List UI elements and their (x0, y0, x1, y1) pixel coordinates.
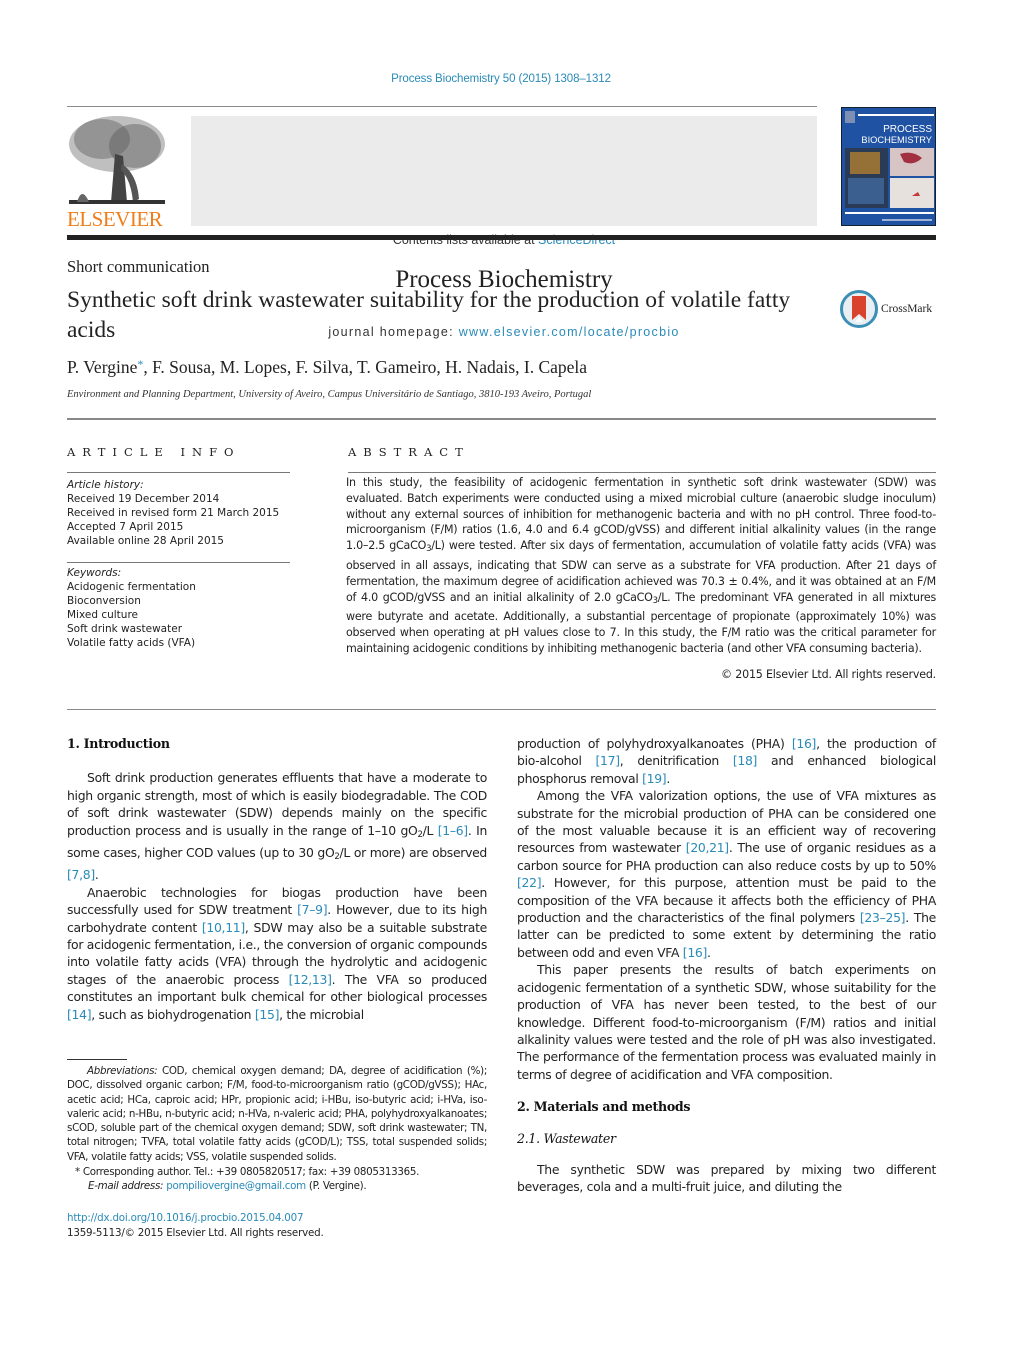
history-online: Available online 28 April 2015 (67, 535, 224, 547)
meta-rule (67, 418, 936, 420)
email-label: E-mail address: (88, 1180, 164, 1193)
citation-link[interactable]: [23–25] (860, 910, 906, 925)
email-link[interactable]: pompiliovergine@gmail.com (166, 1180, 306, 1192)
elsevier-logo[interactable]: ELSEVIER (67, 114, 167, 231)
text: /L or more) are observed (339, 845, 488, 861)
doi-link[interactable]: http://dx.doi.org/10.1016/j.procbio.2015… (67, 1212, 304, 1224)
text: /L (422, 822, 438, 838)
article-info-heading: ARTICLE INFO (67, 445, 241, 459)
article-type: Short communication (67, 257, 210, 276)
journal-banner: Contents lists available at ScienceDirec… (191, 116, 817, 339)
text: production of polyhydroxyalkanoates (PHA… (517, 736, 792, 751)
abbreviations-label: Abbreviations: (87, 1065, 158, 1077)
section-heading-introduction: 1. Introduction (67, 736, 170, 751)
abstract-rule (348, 472, 936, 473)
keywords-rule (67, 562, 290, 563)
article-title: Synthetic soft drink wastewater suitabil… (67, 287, 791, 343)
abstract-heading: ABSTRACT (348, 445, 470, 459)
paragraph: This paper presents the results of batch… (517, 962, 936, 1082)
doi-block: http://dx.doi.org/10.1016/j.procbio.2015… (67, 1211, 324, 1240)
author-list: P. Vergine*, F. Sousa, M. Lopes, F. Silv… (67, 357, 587, 378)
keyword-item: Volatile fatty acids (VFA) (67, 637, 196, 649)
issn-line: 1359-5113/© 2015 Elsevier Ltd. All right… (67, 1226, 324, 1239)
history-received: Received 19 December 2014 (67, 493, 220, 505)
paragraph: Soft drink production generates effluent… (67, 769, 487, 883)
paragraph: Anaerobic technologies for biogas produc… (67, 884, 487, 1023)
citation-link[interactable]: [12,13] (289, 972, 332, 987)
corresponding-author-footnote: * Corresponding author. Tel.: +39 080582… (67, 1165, 487, 1179)
email-footnote: E-mail address: pompiliovergine@gmail.co… (67, 1179, 487, 1193)
corresponding-text: Corresponding author. Tel.: +39 08058205… (79, 1166, 420, 1179)
citation-link[interactable]: [7,8] (67, 867, 95, 882)
crossmark-label: CrossMark (881, 303, 933, 315)
text: . (666, 770, 670, 786)
citation-link[interactable]: [10,11] (202, 920, 245, 935)
abbreviations-text: COD, chemical oxygen demand; DA, degree … (67, 1065, 487, 1163)
email-suffix: (P. Vergine). (305, 1180, 367, 1193)
text: , denitrification (619, 753, 733, 769)
history-revised: Received in revised form 21 March 2015 (67, 507, 280, 519)
section-heading-methods: 2. Materials and methods (517, 1099, 691, 1115)
citation-link[interactable]: [16] (792, 736, 817, 751)
keyword-item: Acidogenic fermentation (67, 581, 196, 593)
elsevier-tree-icon (67, 114, 167, 206)
text: . (94, 867, 99, 883)
history-accepted: Accepted 7 April 2015 (67, 521, 184, 533)
footnote-rule (67, 1059, 127, 1060)
citation-link[interactable]: [16] (683, 945, 708, 960)
text: . (707, 944, 711, 960)
journal-reference-link[interactable]: Process Biochemistry 50 (2015) 1308–1312 (0, 73, 1002, 85)
abstract-bottom-rule (67, 709, 936, 710)
cover-art-icon: PROCESS BIOCHEMISTRY (842, 108, 935, 225)
crossmark-button[interactable]: CrossMark (840, 290, 932, 328)
history-label: Article history: (67, 479, 144, 491)
paragraph: The synthetic SDW was prepared by mixing… (517, 1161, 936, 1195)
citation-link[interactable]: [20,21] (686, 840, 729, 855)
body-column-left: 1. Introduction Soft drink production ge… (67, 735, 487, 1023)
keywords: Keywords: Acidogenic fermentation Biocon… (67, 566, 292, 650)
abstract-copyright: © 2015 Elsevier Ltd. All rights reserved… (721, 668, 936, 681)
crossmark-icon (840, 290, 878, 328)
paragraph-continued: production of polyhydroxyalkanoates (PHA… (517, 735, 936, 787)
keyword-item: Soft drink wastewater (67, 623, 183, 635)
article-info-rule (67, 472, 290, 473)
article-history: Article history: Received 19 December 20… (67, 478, 292, 548)
header-rule (67, 106, 817, 107)
abbreviations-footnote: Abbreviations: COD, chemical oxygen dema… (67, 1064, 487, 1164)
text: , such as biohydrogenation (91, 1006, 255, 1022)
keyword-item: Mixed culture (67, 609, 138, 621)
cover-title-line1: PROCESS (883, 124, 932, 135)
affiliation: Environment and Planning Department, Uni… (67, 389, 592, 400)
elsevier-wordmark: ELSEVIER (67, 207, 163, 231)
journal-cover-image[interactable]: PROCESS BIOCHEMISTRY (841, 107, 936, 226)
footnotes: Abbreviations: COD, chemical oxygen dema… (67, 1064, 487, 1194)
citation-link[interactable]: [19] (642, 771, 667, 786)
citation-link[interactable]: [1–6] (438, 823, 468, 838)
other-authors: , F. Sousa, M. Lopes, F. Silva, T. Gamei… (143, 357, 588, 377)
keywords-label: Keywords: (67, 567, 122, 579)
cover-title-line2: BIOCHEMISTRY (861, 135, 932, 145)
keyword-item: Bioconversion (67, 595, 141, 607)
paragraph: Among the VFA valorization options, the … (517, 787, 936, 961)
citation-link[interactable]: [15] (255, 1007, 280, 1022)
citation-link[interactable]: [17] (596, 753, 621, 768)
subsection-heading-wastewater: 2.1. Wastewater (517, 1130, 616, 1146)
citation-link[interactable]: [18] (733, 753, 758, 768)
author-vergine[interactable]: P. Vergine (67, 357, 137, 377)
citation-link[interactable]: [14] (67, 1007, 92, 1022)
abstract-text: In this study, the feasibility of acidog… (346, 475, 936, 657)
text: , the microbial (279, 1006, 364, 1022)
header-thick-rule (67, 235, 936, 240)
body-column-right: production of polyhydroxyalkanoates (PHA… (517, 735, 936, 1196)
citation-link[interactable]: [7–9] (297, 902, 327, 917)
citation-link[interactable]: [22] (517, 875, 542, 890)
